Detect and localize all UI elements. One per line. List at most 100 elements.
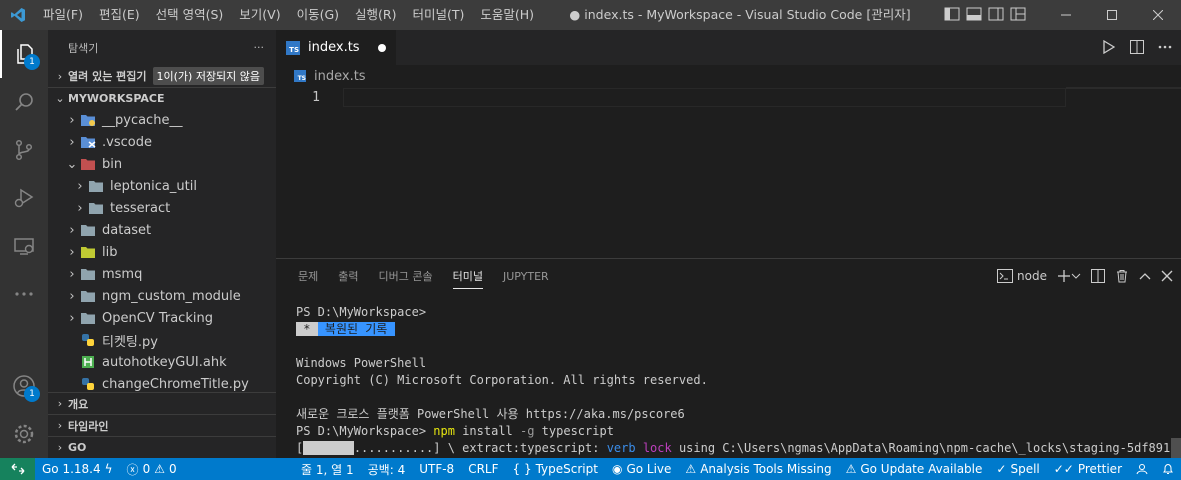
tree-item-ticketing-py[interactable]: 티켓팅.py	[48, 329, 276, 351]
go-version[interactable]: Go 1.18.4 ϟ	[35, 458, 120, 480]
tree-item-leptonica-util[interactable]: › leptonica_util	[48, 175, 276, 197]
split-editor-icon[interactable]	[1129, 39, 1145, 55]
terminal-line: PS D:\MyWorkspace> npm install -g typesc…	[296, 423, 1166, 440]
tree-item-msmq[interactable]: › msmq	[48, 263, 276, 285]
explorer-title: 탐색기	[68, 41, 99, 55]
menu-view[interactable]: 보기(V)	[231, 0, 288, 30]
open-editors-section[interactable]: › 열려 있는 편집기 1이(가) 저장되지 않음	[48, 65, 276, 87]
tab-jupyter[interactable]: JUPYTER	[493, 259, 559, 294]
layout-controls	[944, 6, 1026, 22]
more-actions-icon[interactable]	[1157, 39, 1173, 55]
chevron-right-icon: ›	[69, 134, 75, 150]
tab-problems[interactable]: 문제	[288, 259, 328, 294]
tree-item-ngm-custom-module[interactable]: › ngm_custom_module	[48, 285, 276, 307]
terminal-output[interactable]: PS D:\MyWorkspace> * 복원된 기록 Windows Powe…	[296, 304, 1177, 457]
source-control-icon[interactable]	[0, 126, 48, 174]
more-views-icon[interactable]	[0, 270, 48, 318]
tree-item-tesseract[interactable]: › tesseract	[48, 197, 276, 219]
tree-item-autohotkey-gui[interactable]: autohotkeyGUI.ahk	[48, 351, 276, 373]
menu-run[interactable]: 실행(R)	[347, 0, 404, 30]
toggle-panel-icon[interactable]	[966, 6, 982, 22]
code-editor[interactable]: 1	[276, 87, 1181, 257]
chevron-down-icon: ⌄	[66, 156, 78, 172]
terminal-line: [ ...........] \ extract:typescript: ver…	[296, 440, 1177, 457]
activity-bar: 1 1	[0, 30, 48, 458]
prettier[interactable]: ✓✓ Prettier	[1047, 458, 1129, 480]
notifications-bell-icon[interactable]	[1155, 458, 1181, 480]
tab-debug-console[interactable]: 디버그 콘솔	[369, 259, 443, 294]
search-icon[interactable]	[0, 78, 48, 126]
accounts-icon[interactable]: 1	[0, 362, 48, 410]
tree-item-vscode[interactable]: › .vscode	[48, 131, 276, 153]
explorer-icon[interactable]: 1	[0, 30, 48, 78]
close-panel-icon[interactable]	[1161, 267, 1173, 285]
analysis-tools[interactable]: ⚠ Analysis Tools Missing	[678, 458, 838, 480]
maximize-panel-icon[interactable]	[1139, 267, 1151, 285]
toggle-sidebar-icon[interactable]	[944, 6, 960, 22]
menu-selection[interactable]: 선택 영역(S)	[148, 0, 232, 30]
tree-item-lib[interactable]: › lib	[48, 241, 276, 263]
terminal-cmd-install: install	[454, 424, 520, 438]
encoding[interactable]: UTF-8	[412, 458, 461, 480]
manage-gear-icon[interactable]	[0, 410, 48, 458]
open-editors-label: 열려 있는 편집기	[68, 70, 147, 83]
warning-icon: ⚠	[685, 462, 697, 476]
go-update[interactable]: ⚠ Go Update Available	[839, 458, 990, 480]
menu-file[interactable]: 파일(F)	[35, 0, 91, 30]
terminal-line: Windows PowerShell	[296, 356, 427, 370]
cursor-position[interactable]: 줄 1, 열 1	[294, 458, 361, 480]
terminal-line: * 복원된 기록	[296, 321, 1166, 338]
breadcrumb-file[interactable]: index.ts	[314, 69, 366, 84]
terminal-scrollbar[interactable]	[1171, 438, 1181, 458]
go-section[interactable]: › GO	[48, 436, 276, 458]
spell-check[interactable]: ✓ Spell	[989, 458, 1046, 480]
tab-output[interactable]: 출력	[328, 259, 368, 294]
tab-terminal[interactable]: 터미널	[443, 259, 493, 294]
indentation[interactable]: 공백: 4	[361, 458, 413, 480]
terminal-selector[interactable]: node	[997, 267, 1047, 285]
panel-tabs: 문제 출력 디버그 콘솔 터미널 JUPYTER	[288, 259, 559, 294]
maximize-icon[interactable]	[1089, 0, 1135, 30]
trash-icon[interactable]	[1115, 267, 1129, 285]
terminal-prompt: PS D:\MyWorkspace>	[296, 424, 434, 438]
tree-item-opencv-tracking[interactable]: › OpenCV Tracking	[48, 307, 276, 329]
outline-section[interactable]: › 개요	[48, 392, 276, 414]
customize-layout-icon[interactable]	[1010, 6, 1026, 22]
tree-item-label: changeChromeTitle.py	[102, 376, 249, 392]
timeline-label: 타임라인	[68, 419, 109, 433]
close-window-icon[interactable]	[1135, 0, 1181, 30]
toggle-secondary-sidebar-icon[interactable]	[988, 6, 1004, 22]
remote-explorer-icon[interactable]	[0, 222, 48, 270]
workspace-section[interactable]: ⌄ MYWORKSPACE	[48, 87, 276, 109]
folder-icon	[80, 266, 96, 282]
menu-edit[interactable]: 편집(E)	[91, 0, 148, 30]
tree-item-dataset[interactable]: › dataset	[48, 219, 276, 241]
timeline-section[interactable]: › 타임라인	[48, 414, 276, 436]
new-terminal-plus-icon[interactable]	[1057, 267, 1081, 285]
tab-index-ts[interactable]: TS index.ts	[276, 30, 396, 65]
menu-bar: 파일(F) 편집(E) 선택 영역(S) 보기(V) 이동(G) 실행(R) 터…	[35, 0, 542, 30]
feedback-person-icon[interactable]	[1129, 458, 1155, 480]
check-icon: ✓	[996, 462, 1007, 476]
minimize-icon[interactable]	[1043, 0, 1089, 30]
language-mode[interactable]: { } TypeScript	[506, 458, 605, 480]
go-live[interactable]: ◉ Go Live	[605, 458, 678, 480]
tree-item-label: autohotkeyGUI.ahk	[102, 354, 227, 370]
tree-item-pycache[interactable]: › __pycache__	[48, 109, 276, 131]
progress-verb: verb	[606, 441, 636, 455]
menu-terminal[interactable]: 터미널(T)	[405, 0, 473, 30]
tree-item-label: leptonica_util	[110, 178, 197, 194]
problems-indicator[interactable]: ⓧ 0 ⚠ 0	[120, 458, 184, 480]
run-icon[interactable]	[1101, 39, 1117, 55]
restored-history-label: 복원된 기록	[317, 322, 395, 336]
run-debug-icon[interactable]	[0, 174, 48, 222]
unsaved-dot-icon[interactable]	[378, 44, 386, 52]
explorer-more-icon[interactable]: ···	[254, 41, 265, 54]
remote-indicator[interactable]	[0, 458, 35, 480]
tree-item-bin[interactable]: ⌄ bin	[48, 153, 276, 175]
minimap[interactable]	[1066, 87, 1181, 89]
menu-help[interactable]: 도움말(H)	[472, 0, 542, 30]
split-terminal-icon[interactable]	[1091, 267, 1105, 285]
menu-go[interactable]: 이동(G)	[289, 0, 347, 30]
line-ending[interactable]: CRLF	[461, 458, 505, 480]
